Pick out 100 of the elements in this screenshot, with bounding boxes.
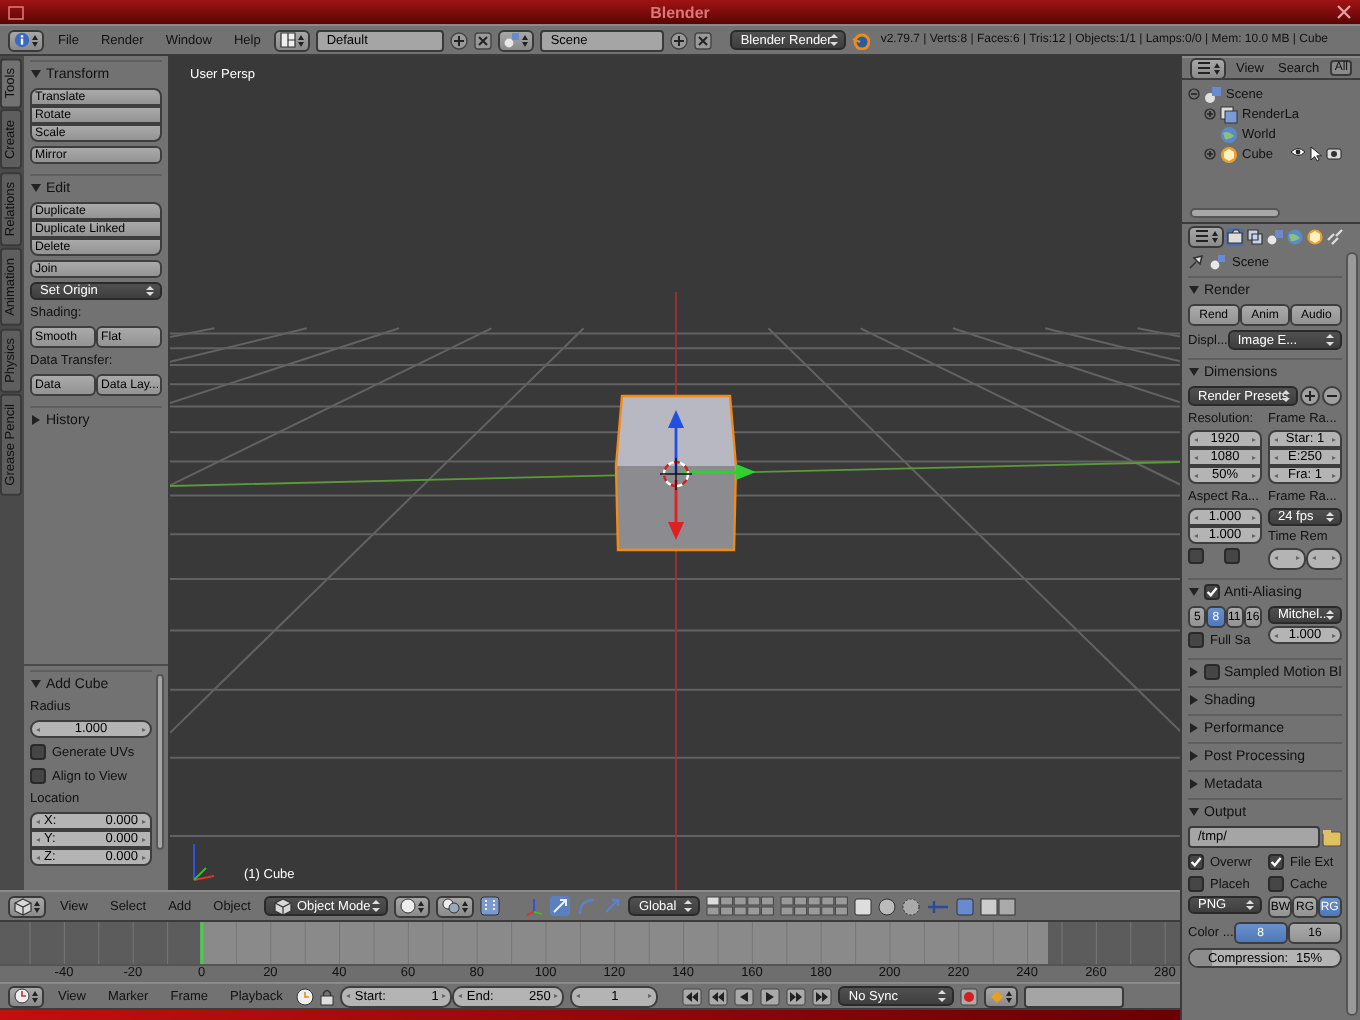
pivot-circles-icon[interactable] <box>442 898 461 914</box>
expand-triangle-icon[interactable] <box>1188 586 1200 598</box>
updown-caret-icon[interactable] <box>462 899 469 913</box>
expand-toggle-icon[interactable] <box>1204 148 1216 160</box>
expand-triangle-icon[interactable] <box>1188 722 1200 734</box>
checkbox[interactable] <box>1204 584 1220 600</box>
translate-arrow[interactable] <box>682 464 756 480</box>
scene-icon <box>1266 227 1284 245</box>
3d-cursor-icon[interactable] <box>659 457 693 491</box>
plus-icon[interactable] <box>450 31 469 49</box>
pivot-button[interactable] <box>436 895 475 917</box>
editor-type-button[interactable] <box>8 985 44 1007</box>
expand-triangle-icon[interactable] <box>1188 750 1200 762</box>
checkmark-icon <box>1190 856 1202 868</box>
globe-icon <box>1286 227 1304 245</box>
editor-type-button[interactable] <box>8 29 44 51</box>
context-tab[interactable] <box>1306 227 1324 245</box>
shading-button[interactable] <box>394 895 431 917</box>
checkbox[interactable] <box>1188 854 1204 870</box>
axis-gizmo-icon <box>193 843 215 881</box>
keying-set-field[interactable] <box>1024 985 1125 1007</box>
editor-type-button[interactable] <box>8 895 46 917</box>
checkbox[interactable] <box>1188 548 1204 564</box>
checkbox[interactable] <box>1268 854 1284 870</box>
lock-icon[interactable] <box>320 987 335 1005</box>
close-icon[interactable] <box>474 31 493 49</box>
number-field[interactable] <box>1268 548 1305 570</box>
info-icon[interactable] <box>14 32 30 48</box>
logo-icon[interactable] <box>852 31 871 49</box>
checkbox[interactable] <box>1268 876 1284 892</box>
scene-button[interactable] <box>498 29 535 51</box>
updown-caret-icon[interactable] <box>522 33 529 47</box>
jump-start-icon[interactable] <box>682 987 703 1005</box>
list-icon[interactable] <box>1196 60 1212 76</box>
sphere-icon[interactable] <box>400 898 417 914</box>
eye-icon[interactable] <box>1289 146 1306 158</box>
checkbox[interactable] <box>1188 632 1204 648</box>
checkbox[interactable] <box>1224 548 1240 564</box>
keying-button[interactable] <box>984 985 1019 1007</box>
list-icon[interactable] <box>1194 228 1210 244</box>
close-icon[interactable] <box>694 31 713 49</box>
updown-caret-icon[interactable] <box>1006 989 1013 1003</box>
window-icon[interactable] <box>8 5 24 19</box>
checkbox[interactable] <box>30 768 46 784</box>
expand-triangle-icon[interactable] <box>30 414 42 426</box>
clock-icon[interactable] <box>14 988 30 1004</box>
scene-icon[interactable] <box>1204 85 1222 103</box>
jump-end-icon[interactable] <box>812 987 833 1005</box>
close-icon[interactable] <box>1335 4 1352 20</box>
object-icon[interactable] <box>1220 145 1238 163</box>
cube-drawing[interactable] <box>614 394 738 552</box>
scrollbar[interactable] <box>156 674 164 850</box>
cursor-arrow-icon[interactable] <box>1309 146 1322 162</box>
context-tab[interactable] <box>1266 227 1284 245</box>
expand-triangle-icon[interactable] <box>1188 366 1200 378</box>
updown-caret-icon[interactable] <box>1212 229 1218 243</box>
previous-key-icon[interactable] <box>708 987 729 1005</box>
window-title: Blender <box>650 3 710 21</box>
arrow-icon[interactable] <box>550 896 571 916</box>
expand-toggle-icon[interactable] <box>1204 108 1216 120</box>
number-field[interactable] <box>1305 548 1342 570</box>
circle-icon[interactable] <box>878 897 897 915</box>
expand-triangle-icon[interactable] <box>30 182 42 194</box>
play-icon[interactable] <box>760 987 781 1005</box>
expand-triangle-icon[interactable] <box>1188 284 1200 296</box>
add-preset-button[interactable] <box>1300 386 1320 406</box>
clock-icon[interactable] <box>296 987 315 1005</box>
scene-icon[interactable] <box>1210 254 1226 270</box>
camera-icon[interactable] <box>1325 146 1342 160</box>
editor-type-button[interactable] <box>1188 225 1224 247</box>
updown-caret-icon[interactable] <box>1214 61 1220 75</box>
render-layers-icon[interactable] <box>1220 105 1238 123</box>
expand-triangle-icon[interactable] <box>1188 694 1200 706</box>
play-reverse-icon[interactable] <box>734 987 755 1005</box>
remove-preset-button[interactable] <box>1322 386 1342 406</box>
expand-triangle-icon[interactable] <box>1188 778 1200 790</box>
record-icon[interactable] <box>960 987 979 1005</box>
editor-type-button[interactable] <box>1190 58 1226 78</box>
layout-grid-icon[interactable] <box>280 32 297 48</box>
checkbox[interactable] <box>1204 664 1220 680</box>
expand-triangle-icon[interactable] <box>30 68 42 80</box>
scrollbar[interactable] <box>1346 252 1358 1016</box>
expand-triangle-icon[interactable] <box>1188 666 1200 678</box>
screen-layout-button[interactable] <box>274 29 311 51</box>
cube-icon[interactable] <box>14 897 32 915</box>
folder-icon[interactable] <box>1322 827 1342 847</box>
object-icon[interactable] <box>274 897 293 915</box>
plus-icon <box>1304 390 1316 402</box>
plus-icon[interactable] <box>670 31 689 49</box>
layer-grid-icon[interactable] <box>706 896 775 916</box>
context-tab[interactable] <box>1226 227 1244 245</box>
scrollbar[interactable] <box>1190 208 1280 218</box>
expand-toggle-icon[interactable] <box>1188 88 1200 100</box>
layer-grid-icon[interactable] <box>780 896 849 916</box>
next-key-icon[interactable] <box>786 987 807 1005</box>
expand-triangle-icon[interactable] <box>1188 806 1200 818</box>
expand-triangle-icon[interactable] <box>30 678 42 690</box>
checkbox[interactable] <box>30 744 46 760</box>
timeline-track[interactable] <box>0 922 1180 964</box>
checkbox[interactable] <box>1188 876 1204 892</box>
